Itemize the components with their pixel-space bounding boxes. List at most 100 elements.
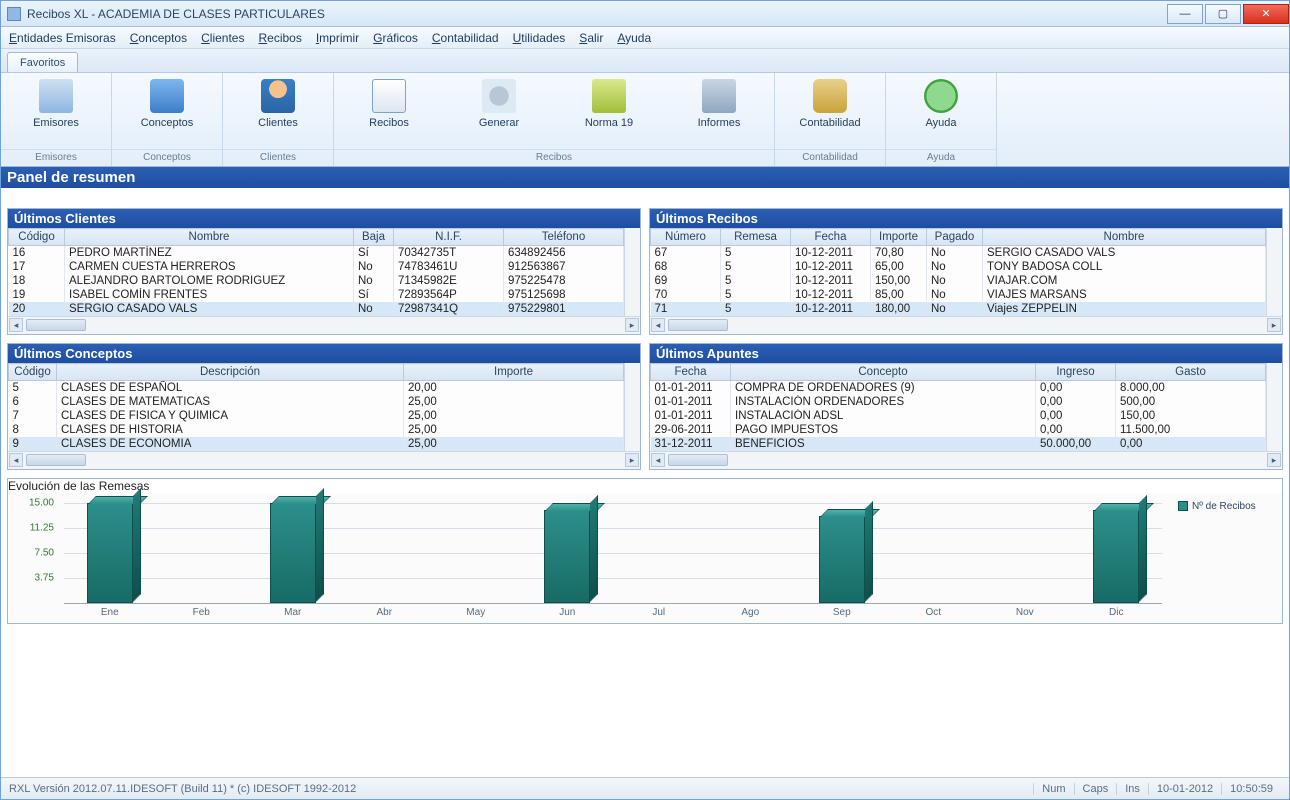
vertical-scrollbar[interactable]	[624, 363, 640, 451]
menu-gráficos[interactable]: Gráficos	[373, 31, 418, 45]
cell: 0,00	[1036, 381, 1116, 396]
col-header[interactable]: Importe	[871, 229, 927, 246]
menu-utilidades[interactable]: Utilidades	[513, 31, 566, 45]
close-button[interactable]: ✕	[1243, 4, 1289, 24]
cell: 68	[651, 260, 721, 274]
table-row[interactable]: 17CARMEN CUESTA HERREROSNo74783461U91256…	[9, 260, 624, 274]
horizontal-scrollbar[interactable]: ◂▸	[650, 451, 1282, 469]
ribbon-tab-favoritos[interactable]: Favoritos	[7, 52, 78, 72]
cell: PEDRO MARTÍNEZ	[65, 246, 354, 261]
ribbon-button-ayuda[interactable]: Ayuda	[886, 73, 996, 149]
col-header[interactable]: Número	[651, 229, 721, 246]
table-row[interactable]: 01-01-2011INSTALACIÓN ADSL0,00150,00	[651, 409, 1266, 423]
ribbon-button-recibos[interactable]: Recibos	[334, 73, 444, 149]
menu-conceptos[interactable]: Conceptos	[130, 31, 187, 45]
ribbon-label: Ayuda	[926, 117, 957, 129]
table-row[interactable]: 01-01-2011COMPRA DE ORDENADORES (9)0,008…	[651, 381, 1266, 396]
menu-imprimir[interactable]: Imprimir	[316, 31, 359, 45]
cell: 8	[9, 423, 57, 437]
ribbon-button-clientes[interactable]: Clientes	[223, 73, 333, 149]
cell: No	[354, 302, 394, 316]
chart-x-label: Abr	[376, 607, 392, 618]
chart-bar	[1093, 510, 1139, 603]
horizontal-scrollbar[interactable]: ◂▸	[650, 316, 1282, 334]
cell: 10-12-2011	[791, 274, 871, 288]
data-grid[interactable]: CódigoNombreBajaN.I.F.Teléfono16PEDRO MA…	[8, 228, 624, 316]
cell: 01-01-2011	[651, 409, 731, 423]
chart-x-label: Nov	[1016, 607, 1034, 618]
table-row[interactable]: 29-06-2011PAGO IMPUESTOS0,0011.500,00	[651, 423, 1266, 437]
table-row[interactable]: 16PEDRO MARTÍNEZSí70342735T634892456	[9, 246, 624, 261]
col-header[interactable]: Fecha	[651, 364, 731, 381]
cell: 25,00	[404, 437, 624, 451]
table-row[interactable]: 68510-12-201165,00NoTONY BADOSA COLL	[651, 260, 1266, 274]
ribbon-button-generar[interactable]: Generar	[444, 73, 554, 149]
table-row[interactable]: 18ALEJANDRO BARTOLOME RODRIGUEZNo7134598…	[9, 274, 624, 288]
cell: TONY BADOSA COLL	[983, 260, 1266, 274]
content: Panel de resumen Últimos ClientesCódigoN…	[1, 167, 1289, 777]
maximize-button[interactable]: ▢	[1205, 4, 1241, 24]
col-header[interactable]: Baja	[354, 229, 394, 246]
menu-ayuda[interactable]: Ayuda	[617, 31, 651, 45]
table-row[interactable]: 9CLASES DE ECONOMIA25,00	[9, 437, 624, 451]
col-header[interactable]: Remesa	[721, 229, 791, 246]
col-header[interactable]: Nombre	[983, 229, 1266, 246]
panel-header: Últimos Conceptos	[8, 344, 640, 363]
ribbon-button-conceptos[interactable]: Conceptos	[112, 73, 222, 149]
col-header[interactable]: Código	[9, 364, 57, 381]
col-header[interactable]: N.I.F.	[394, 229, 504, 246]
vertical-scrollbar[interactable]	[1266, 363, 1282, 451]
horizontal-scrollbar[interactable]: ◂▸	[8, 451, 640, 469]
vertical-scrollbar[interactable]	[624, 228, 640, 316]
table-row[interactable]: 67510-12-201170,80NoSERGIO CASADO VALS	[651, 246, 1266, 261]
table-row[interactable]: 8CLASES DE HISTORIA25,00	[9, 423, 624, 437]
col-header[interactable]: Teléfono	[504, 229, 624, 246]
minimize-button[interactable]: —	[1167, 4, 1203, 24]
menu-clientes[interactable]: Clientes	[201, 31, 244, 45]
col-header[interactable]: Pagado	[927, 229, 983, 246]
col-header[interactable]: Código	[9, 229, 65, 246]
table-row[interactable]: 01-01-2011INSTALACIÓN ORDENADORES0,00500…	[651, 395, 1266, 409]
panel-header: Últimos Clientes	[8, 209, 640, 228]
cell: 69	[651, 274, 721, 288]
data-grid[interactable]: CódigoDescripciónImporte5CLASES DE ESPAÑ…	[8, 363, 624, 451]
table-row[interactable]: 7CLASES DE FISICA Y QUIMICA25,00	[9, 409, 624, 423]
cell: CARMEN CUESTA HERREROS	[65, 260, 354, 274]
cell: 8.000,00	[1116, 381, 1266, 396]
data-grid[interactable]: NúmeroRemesaFechaImportePagadoNombre6751…	[650, 228, 1266, 316]
table-row[interactable]: 71510-12-2011180,00NoViajes ZEPPELIN	[651, 302, 1266, 316]
menu-contabilidad[interactable]: Contabilidad	[432, 31, 499, 45]
table-row[interactable]: 69510-12-2011150,00NoVIAJAR.COM	[651, 274, 1266, 288]
cell: 71345982E	[394, 274, 504, 288]
ribbon-button-informes[interactable]: Informes	[664, 73, 774, 149]
col-header[interactable]: Concepto	[731, 364, 1036, 381]
table-row[interactable]: 6CLASES DE MATEMATICAS25,00	[9, 395, 624, 409]
cell: 20	[9, 302, 65, 316]
cell: 150,00	[871, 274, 927, 288]
table-row[interactable]: 70510-12-201185,00NoVIAJES MARSANS	[651, 288, 1266, 302]
data-grid[interactable]: FechaConceptoIngresoGasto01-01-2011COMPR…	[650, 363, 1266, 451]
ribbon-button-emisores[interactable]: Emisores	[1, 73, 111, 149]
col-header[interactable]: Importe	[404, 364, 624, 381]
cell: 67	[651, 246, 721, 261]
table-row[interactable]: 20SERGIO CASADO VALSNo72987341Q975229801	[9, 302, 624, 316]
col-header[interactable]: Gasto	[1116, 364, 1266, 381]
cell: 500,00	[1116, 395, 1266, 409]
cell: 31-12-2011	[651, 437, 731, 451]
col-header[interactable]: Nombre	[65, 229, 354, 246]
ribbon-button-contabilidad[interactable]: Contabilidad	[775, 73, 885, 149]
horizontal-scrollbar[interactable]: ◂▸	[8, 316, 640, 334]
col-header[interactable]: Fecha	[791, 229, 871, 246]
table-row[interactable]: 31-12-2011BENEFICIOS50.000,000,00	[651, 437, 1266, 451]
table-row[interactable]: 19ISABEL COMÍN FRENTESSí72893564P9751256…	[9, 288, 624, 302]
col-header[interactable]: Descripción	[57, 364, 404, 381]
table-row[interactable]: 5CLASES DE ESPAÑOL20,00	[9, 381, 624, 396]
vertical-scrollbar[interactable]	[1266, 228, 1282, 316]
cell: No	[927, 246, 983, 261]
col-header[interactable]: Ingreso	[1036, 364, 1116, 381]
menu-entidades-emisoras[interactable]: Entidades Emisoras	[9, 31, 116, 45]
ribbon-button-norma-19[interactable]: Norma 19	[554, 73, 664, 149]
menu-salir[interactable]: Salir	[579, 31, 603, 45]
cell: 0,00	[1036, 423, 1116, 437]
menu-recibos[interactable]: Recibos	[258, 31, 301, 45]
